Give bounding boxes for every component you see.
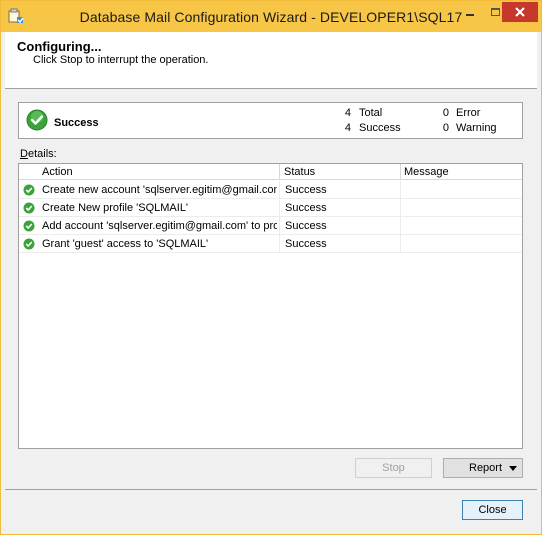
status-label: Success	[54, 117, 99, 129]
wizard-header: Configuring... Click Stop to interrupt t…	[5, 32, 537, 89]
warning-count: 0	[442, 122, 449, 134]
row-action: Create New profile 'SQLMAIL'	[42, 202, 189, 214]
warning-label: Warning	[456, 122, 497, 134]
report-label: Report	[469, 462, 503, 474]
success-check-icon	[26, 109, 48, 131]
table-row[interactable]: Create new account 'sqlserver.egitim@gma…	[19, 181, 522, 199]
row-action: Grant 'guest' access to 'SQLMAIL'	[42, 238, 209, 250]
window-close-button[interactable]	[502, 2, 538, 22]
minimize-button[interactable]	[457, 2, 483, 23]
error-count: 0	[442, 107, 449, 119]
total-count: 4	[344, 107, 351, 119]
row-success-check-icon	[23, 184, 35, 196]
row-action: Create new account 'sqlserver.egitim@gma…	[42, 184, 277, 196]
column-header-message[interactable]: Message	[404, 166, 449, 178]
page-subtitle: Click Stop to interrupt the operation.	[33, 54, 209, 66]
details-grid[interactable]: Action Status Message Create new account…	[18, 163, 523, 449]
column-header-action[interactable]: Action	[42, 166, 73, 178]
column-header-status[interactable]: Status	[284, 166, 315, 178]
success-count: 4	[344, 122, 351, 134]
row-status: Success	[285, 238, 327, 250]
chevron-down-icon	[509, 466, 517, 471]
success-label: Success	[359, 122, 401, 134]
row-action: Add account 'sqlserver.egitim@gmail.com'…	[42, 220, 277, 232]
footer-divider	[5, 489, 537, 490]
details-label: Details:	[20, 148, 57, 160]
total-label: Total	[359, 107, 383, 119]
grid-header: Action Status Message	[19, 164, 522, 180]
row-status: Success	[285, 202, 327, 214]
error-label: Error	[456, 107, 481, 119]
close-icon	[515, 7, 525, 17]
status-summary: Success 4 Total 4 Success 0 Error 0 Warn…	[18, 102, 523, 139]
stop-button[interactable]: Stop	[355, 458, 432, 478]
close-button[interactable]: Close	[462, 500, 523, 520]
maximize-icon	[491, 8, 500, 16]
row-success-check-icon	[23, 202, 35, 214]
row-success-check-icon	[23, 220, 35, 232]
table-row[interactable]: Grant 'guest' access to 'SQLMAIL' Succes…	[19, 235, 522, 253]
table-row[interactable]: Add account 'sqlserver.egitim@gmail.com'…	[19, 217, 522, 235]
report-button[interactable]: Report	[443, 458, 523, 478]
page-title: Configuring...	[17, 39, 102, 54]
minimize-icon	[466, 14, 474, 16]
title-bar[interactable]: Database Mail Configuration Wizard - DEV…	[1, 1, 541, 32]
table-row[interactable]: Create New profile 'SQLMAIL' Success	[19, 199, 522, 217]
row-success-check-icon	[23, 238, 35, 250]
row-status: Success	[285, 220, 327, 232]
row-status: Success	[285, 184, 327, 196]
wizard-window: Database Mail Configuration Wizard - DEV…	[0, 0, 542, 535]
